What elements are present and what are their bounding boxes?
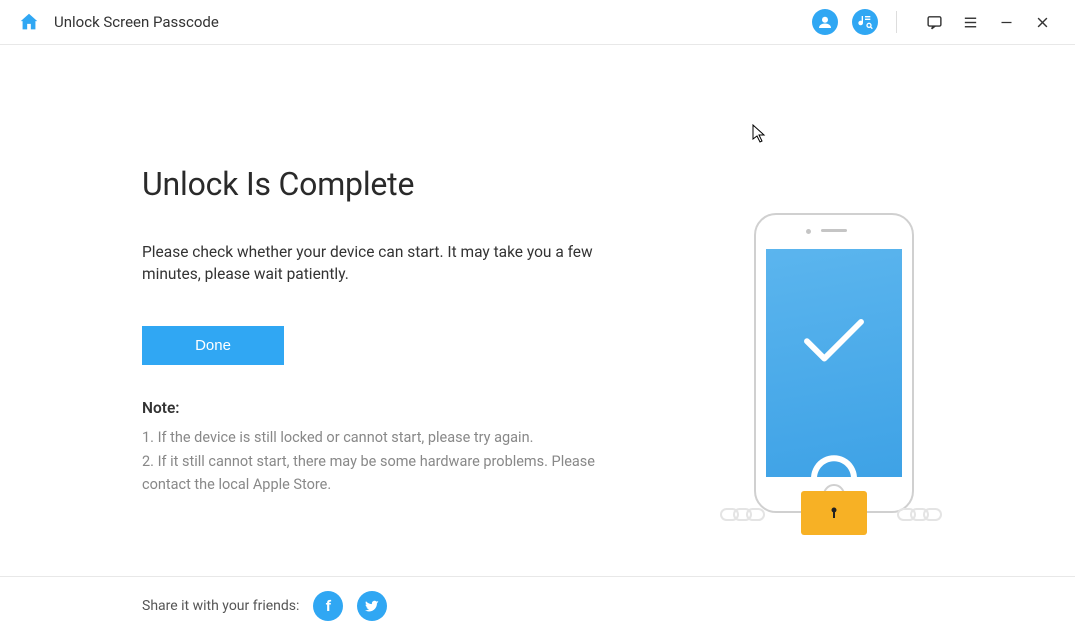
lock-icon xyxy=(801,491,867,535)
music-search-icon[interactable] xyxy=(852,9,878,35)
account-icon[interactable] xyxy=(812,9,838,35)
titlebar: Unlock Screen Passcode xyxy=(0,0,1075,45)
share-label: Share it with your friends: xyxy=(142,598,299,614)
menu-icon[interactable] xyxy=(955,7,985,37)
note-item-1: 1. If the device is still locked or cann… xyxy=(142,427,612,449)
phone-camera xyxy=(806,229,811,234)
facebook-button[interactable]: f xyxy=(313,591,343,621)
phone-screen xyxy=(766,249,902,477)
right-column xyxy=(652,165,1015,513)
unlock-arc-icon xyxy=(806,443,862,477)
phone-body xyxy=(754,213,914,513)
checkmark-icon xyxy=(795,312,873,374)
twitter-icon xyxy=(364,598,380,614)
phone-illustration xyxy=(729,213,939,513)
feedback-icon[interactable] xyxy=(919,7,949,37)
note-title: Note: xyxy=(142,399,612,417)
app-title: Unlock Screen Passcode xyxy=(54,13,219,31)
home-icon[interactable] xyxy=(18,11,40,33)
done-button[interactable]: Done xyxy=(142,326,284,365)
main-content: Unlock Is Complete Please check whether … xyxy=(0,45,1075,513)
footer: Share it with your friends: f xyxy=(0,576,1075,635)
icon-divider xyxy=(896,11,897,33)
facebook-icon: f xyxy=(326,597,331,615)
note-item-2: 2. If it still cannot start, there may b… xyxy=(142,451,612,496)
chain-right xyxy=(903,508,942,521)
page-heading: Unlock Is Complete xyxy=(142,165,612,203)
minimize-button[interactable] xyxy=(991,7,1021,37)
twitter-button[interactable] xyxy=(357,591,387,621)
phone-speaker xyxy=(821,229,847,232)
close-button[interactable] xyxy=(1027,7,1057,37)
titlebar-right xyxy=(798,7,1057,37)
chain-left xyxy=(726,508,765,521)
left-column: Unlock Is Complete Please check whether … xyxy=(142,165,612,513)
titlebar-left: Unlock Screen Passcode xyxy=(18,11,219,33)
description: Please check whether your device can sta… xyxy=(142,241,612,286)
